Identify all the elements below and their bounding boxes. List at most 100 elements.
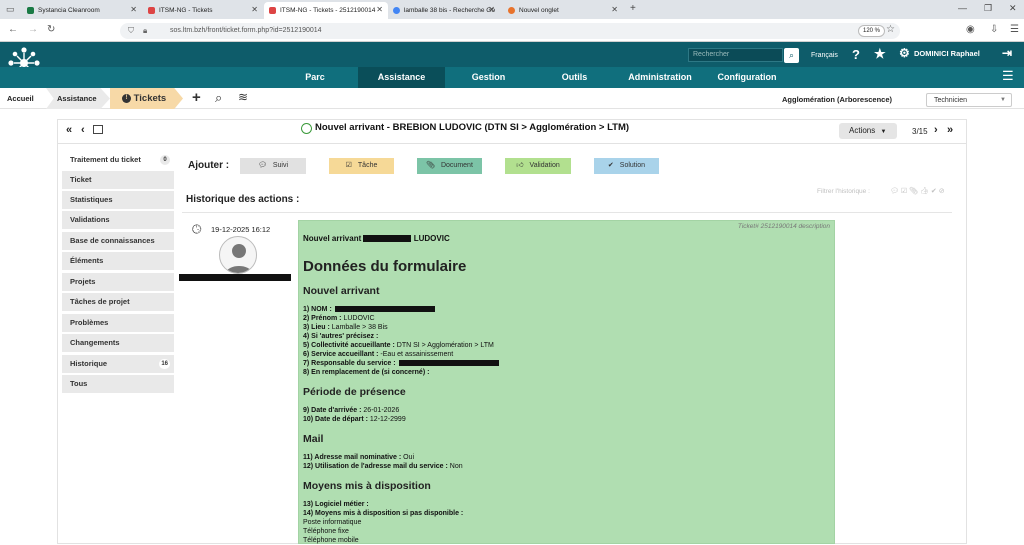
sidebar-item-label: Ticket xyxy=(70,175,92,184)
menu-configuration[interactable]: Configuration xyxy=(712,67,782,88)
field-line: 13) Logiciel métier : xyxy=(303,500,369,509)
actions-button[interactable]: Actions ▼ xyxy=(839,123,897,139)
bookmark-star-icon[interactable]: ☆ xyxy=(886,24,895,35)
status-new-icon xyxy=(301,123,312,134)
close-tab-icon[interactable]: ✕ xyxy=(130,5,137,14)
new-tab-icon[interactable]: + xyxy=(630,3,636,14)
field-value: Poste informatique xyxy=(303,519,362,526)
menu-assistance[interactable]: Assistance xyxy=(358,67,445,88)
sidebar-item-projets[interactable]: Projets xyxy=(62,273,174,291)
list-view-icon[interactable] xyxy=(93,125,103,134)
favorites-star-icon[interactable]: ★ xyxy=(874,46,886,62)
field-label: 2) Prénom : xyxy=(303,315,342,322)
count-badge: 16 xyxy=(159,359,170,369)
menu-parc[interactable]: Parc xyxy=(290,67,340,88)
field-label: 3) Lieu : xyxy=(303,324,330,331)
profile-select[interactable]: Technicien ▼ xyxy=(926,93,1012,107)
close-tab-icon[interactable]: ✕ xyxy=(488,5,495,14)
zoom-level[interactable]: 120 % xyxy=(858,25,886,37)
pager-position: 3/15 xyxy=(912,127,928,136)
menu-administration[interactable]: Administration xyxy=(620,67,700,88)
language-selector[interactable]: Français xyxy=(811,52,838,59)
field-line: 10) Date de départ : 12-12-2999 xyxy=(303,415,406,424)
add-validation-button[interactable]: 👍︎ Validation xyxy=(505,158,571,174)
tab-favicon-icon xyxy=(269,7,276,14)
button-label: Document xyxy=(440,162,473,169)
last-item-icon[interactable]: » xyxy=(947,124,953,136)
breadcrumb-current[interactable]: ! Tickets xyxy=(110,88,183,109)
browser-tab-active[interactable]: ITSM-NG - Tickets - 2512190014 ✕ xyxy=(264,2,388,19)
sidebar-item-validations[interactable]: Validations xyxy=(62,211,174,229)
sidebar-item-base-connaissances[interactable]: Base de connaissances xyxy=(62,232,174,250)
global-search-input[interactable]: Rechercher xyxy=(688,48,783,62)
sidebar-item-tous[interactable]: Tous xyxy=(62,375,174,393)
field-line: 4) Si 'autres' précisez : xyxy=(303,332,378,341)
logout-icon[interactable]: ⇥ xyxy=(1002,46,1012,60)
add-task-button[interactable]: ☑ Tâche xyxy=(329,158,394,174)
section-title: Nouvel arrivant xyxy=(303,285,380,297)
sidebar-item-historique[interactable]: Historique 16 xyxy=(62,355,174,373)
sidebar-item-label: Base de connaissances xyxy=(70,236,155,245)
shield-icon[interactable]: ⛉ xyxy=(128,26,134,36)
help-icon[interactable]: ? xyxy=(852,47,860,62)
field-value: LUDOVIC xyxy=(341,315,375,322)
reload-icon[interactable]: ↻ xyxy=(47,24,55,35)
next-item-icon[interactable]: › xyxy=(934,124,938,136)
sidebar-item-elements[interactable]: Éléments xyxy=(62,252,174,270)
redacted-value xyxy=(398,360,499,367)
history-filter-icons[interactable]: 💬︎☑📎︎👍︎✔⊘ xyxy=(890,187,947,195)
sidebar-item-problemes[interactable]: Problèmes xyxy=(62,314,174,332)
close-window-icon[interactable]: ✕ xyxy=(1009,3,1017,14)
sidebar-item-taches-projet[interactable]: Tâches de projet xyxy=(62,293,174,311)
url-input[interactable]: sos.ltm.bzh/front/ticket.form.php?id=251… xyxy=(120,23,900,39)
menu-outils[interactable]: Outils xyxy=(552,67,597,88)
field-value: -Eau et assainissement xyxy=(378,351,454,358)
search-icon[interactable]: ⌕ xyxy=(784,48,799,63)
close-tab-icon[interactable]: ✕ xyxy=(251,5,258,14)
sidebar-item-traitement[interactable]: Traitement du ticket 0 xyxy=(62,151,174,169)
tab-label: lamballe 38 bis - Recherche Go xyxy=(403,7,495,14)
browser-tab[interactable]: ITSM-NG - Tickets ✕ xyxy=(143,2,263,19)
previous-item-icon[interactable]: ‹ xyxy=(81,124,85,136)
lock-icon[interactable]: 🔒︎ xyxy=(143,26,147,36)
sidebar-item-ticket[interactable]: Ticket xyxy=(62,171,174,189)
tab-favicon-icon xyxy=(27,7,34,14)
entity-label[interactable]: Agglomération (Arborescence) xyxy=(782,95,892,104)
add-icon[interactable]: + xyxy=(192,89,201,106)
sidebar-item-statistiques[interactable]: Statistiques xyxy=(62,191,174,209)
maximize-icon[interactable]: ❐ xyxy=(984,3,992,14)
browser-tab[interactable]: Nouvel onglet ✕ xyxy=(503,2,623,19)
tab-list-icon[interactable]: ▭ xyxy=(6,4,15,15)
extensions-icon[interactable]: ⇩ xyxy=(990,24,998,35)
add-followup-button[interactable]: 💬︎ Suivi xyxy=(240,158,306,174)
minimize-icon[interactable]: — xyxy=(958,3,967,13)
menu-gestion[interactable]: Gestion xyxy=(460,67,517,88)
gear-icon[interactable]: ⚙ xyxy=(899,46,910,60)
sidebar-item-label: Traitement du ticket xyxy=(70,155,141,164)
add-solution-button[interactable]: ✔ Solution xyxy=(594,158,659,174)
caret-down-icon: ▼ xyxy=(880,129,887,135)
add-document-button[interactable]: 📎︎ Document xyxy=(417,158,482,174)
user-name[interactable]: DOMINICI Raphael xyxy=(914,49,980,58)
browser-tab[interactable]: Systancia Cleanroom ✕ xyxy=(22,2,142,19)
field-label: 7) Responsable du service : xyxy=(303,360,396,367)
close-tab-icon[interactable]: ✕ xyxy=(376,5,383,14)
browser-tab[interactable]: lamballe 38 bis - Recherche Go ✕ xyxy=(388,2,500,19)
back-icon[interactable]: ← xyxy=(8,24,18,35)
close-tab-icon[interactable]: ✕ xyxy=(611,5,618,14)
history-divider xyxy=(182,212,952,213)
breadcrumb-section[interactable]: Assistance xyxy=(57,88,97,109)
search-icon[interactable]: ⌕ xyxy=(215,90,222,106)
sidebar-item-changements[interactable]: Changements xyxy=(62,334,174,352)
browser-menu-icon[interactable]: ☰ xyxy=(1010,24,1019,35)
forward-icon[interactable]: → xyxy=(28,24,38,35)
field-line: 7) Responsable du service : xyxy=(303,359,499,368)
field-value: Non xyxy=(447,463,463,470)
layers-icon[interactable]: ≋ xyxy=(238,90,248,104)
hamburger-menu-icon[interactable]: ☰ xyxy=(1002,68,1014,84)
first-item-icon[interactable]: « xyxy=(66,124,72,136)
chevron-down-icon: ▼ xyxy=(1000,97,1006,103)
sidebar-item-label: Changements xyxy=(70,338,120,347)
breadcrumb-home[interactable]: Accueil xyxy=(7,88,34,109)
account-icon[interactable]: ◉ xyxy=(966,24,975,35)
